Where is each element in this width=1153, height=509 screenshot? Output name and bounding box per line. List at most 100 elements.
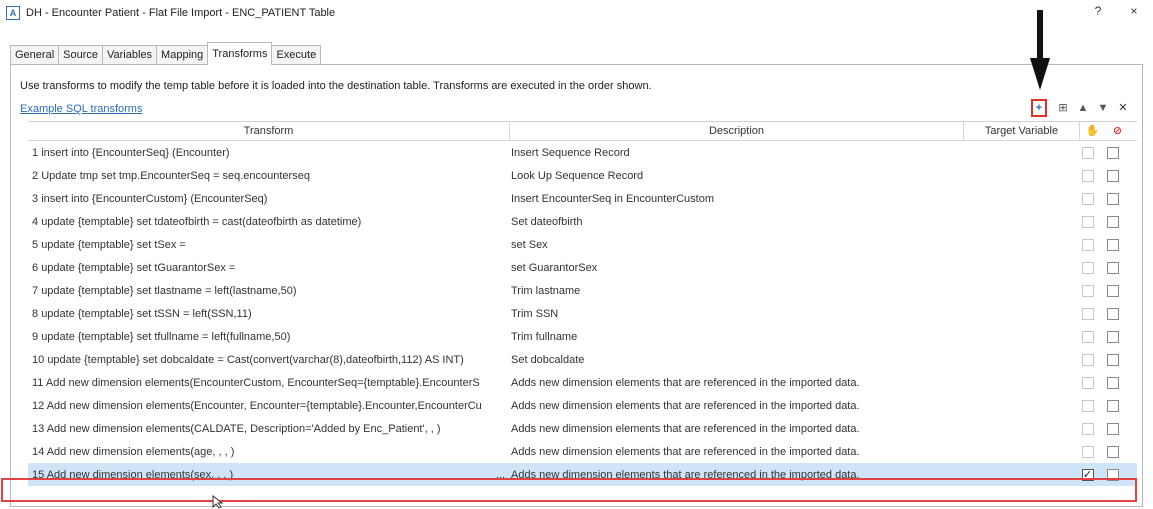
col-header-description[interactable]: Description [510, 122, 964, 140]
disabled-checkbox[interactable] [1106, 376, 1119, 389]
description-cell[interactable]: Set dateofbirth [509, 216, 962, 228]
disabled-checkbox[interactable] [1106, 422, 1119, 435]
description-cell[interactable]: Adds new dimension elements that are ref… [509, 446, 962, 458]
close-button[interactable]: × [1124, 4, 1144, 18]
disabled-checkbox[interactable] [1106, 261, 1119, 274]
table-row[interactable]: 4 update {temptable} set tdateofbirth = … [28, 210, 1137, 233]
table-row[interactable]: 11 Add new dimension elements(EncounterC… [28, 371, 1137, 394]
table-row[interactable]: 10 update {temptable} set dobcaldate = C… [28, 348, 1137, 371]
table-row[interactable]: 1 insert into {EncounterSeq} (Encounter)… [28, 141, 1137, 164]
transform-cell[interactable]: 8 update {temptable} set tSSN = left(SSN… [28, 308, 509, 320]
disabled-checkbox[interactable] [1106, 238, 1119, 251]
transform-cell[interactable]: 1 insert into {EncounterSeq} (Encounter) [28, 147, 509, 159]
tab-source[interactable]: Source [58, 45, 103, 65]
checkbox-cell [1102, 399, 1123, 412]
add-transform-icon[interactable]: + [1031, 99, 1047, 117]
description-cell[interactable]: Adds new dimension elements that are ref… [509, 400, 962, 412]
transform-cell[interactable]: 4 update {temptable} set tdateofbirth = … [28, 216, 509, 228]
checkbox-cell [1077, 169, 1098, 182]
tab-mapping[interactable]: Mapping [156, 45, 209, 65]
transform-cell[interactable]: 10 update {temptable} set dobcaldate = C… [28, 354, 509, 366]
transform-text: insert into {EncounterSeq} (Encounter) [41, 146, 230, 159]
transform-cell[interactable]: 6 update {temptable} set tGuarantorSex = [28, 262, 509, 274]
transform-cell[interactable]: 2 Update tmp set tmp.EncounterSeq = seq.… [28, 170, 509, 182]
table-row[interactable]: 6 update {temptable} set tGuarantorSex =… [28, 256, 1137, 279]
transform-cell[interactable]: 13 Add new dimension elements(CALDATE, D… [28, 423, 509, 435]
transform-cell[interactable]: 9 update {temptable} set tfullname = lef… [28, 331, 509, 343]
disabled-checkbox[interactable] [1106, 330, 1119, 343]
manual-checkbox[interactable] [1081, 215, 1094, 228]
description-cell[interactable]: Trim lastname [509, 285, 962, 297]
description-cell[interactable]: Trim SSN [509, 308, 962, 320]
tab-execute[interactable]: Execute [271, 45, 322, 65]
transform-cell[interactable]: 7 update {temptable} set tlastname = lef… [28, 285, 509, 297]
manual-checkbox[interactable] [1081, 422, 1094, 435]
transform-cell[interactable]: 12 Add new dimension elements(Encounter,… [28, 400, 509, 412]
manual-checkbox[interactable] [1081, 353, 1094, 366]
manual-checkbox[interactable] [1081, 192, 1094, 205]
table-row[interactable]: 8 update {temptable} set tSSN = left(SSN… [28, 302, 1137, 325]
checkbox-cell [1102, 307, 1123, 320]
checkbox-cell [1077, 307, 1098, 320]
description-cell[interactable]: set Sex [509, 239, 962, 251]
delete-icon[interactable]: ✕ [1113, 99, 1133, 117]
manual-checkbox[interactable] [1081, 238, 1094, 251]
tab-general[interactable]: General [10, 45, 60, 65]
manual-checkbox[interactable] [1081, 376, 1094, 389]
transform-cell[interactable]: 5 update {temptable} set tSex = [28, 239, 509, 251]
disabled-checkbox[interactable] [1106, 192, 1119, 205]
checkbox-cell [1102, 330, 1123, 343]
manual-checkbox[interactable] [1081, 307, 1094, 320]
row-number: 1 [32, 146, 39, 159]
disabled-checkbox[interactable] [1106, 445, 1119, 458]
manual-checkbox[interactable] [1081, 261, 1094, 274]
tab-variables[interactable]: Variables [102, 45, 158, 65]
disabled-checkbox[interactable] [1106, 215, 1119, 228]
table-row[interactable]: 14 Add new dimension elements(age, , , )… [28, 440, 1137, 463]
checkbox-cell [1102, 146, 1123, 159]
help-button[interactable]: ? [1088, 4, 1108, 18]
example-sql-link[interactable]: Example SQL transforms [20, 103, 142, 115]
table-row[interactable]: 2 Update tmp set tmp.EncounterSeq = seq.… [28, 164, 1137, 187]
description-cell[interactable]: Set dobcaldate [509, 354, 962, 366]
table-row[interactable]: 7 update {temptable} set tlastname = lef… [28, 279, 1137, 302]
description-cell[interactable]: set GuarantorSex [509, 262, 962, 274]
manual-checkbox[interactable] [1081, 399, 1094, 412]
transform-text: insert into {EncounterCustom} (Encounter… [41, 192, 268, 205]
manual-checkbox[interactable] [1081, 330, 1094, 343]
description-cell[interactable]: Insert EncounterSeq in EncounterCustom [509, 193, 962, 205]
disabled-checkbox[interactable] [1106, 146, 1119, 159]
manual-checkbox[interactable] [1081, 284, 1094, 297]
row-number: 10 [32, 353, 45, 366]
transform-cell[interactable]: 3 insert into {EncounterCustom} (Encount… [28, 193, 509, 205]
table-row[interactable]: 13 Add new dimension elements(CALDATE, D… [28, 417, 1137, 440]
manual-checkbox[interactable] [1081, 445, 1094, 458]
disabled-checkbox[interactable] [1106, 169, 1119, 182]
description-cell[interactable]: Look Up Sequence Record [509, 170, 962, 182]
disabled-checkbox[interactable] [1106, 399, 1119, 412]
disabled-checkbox[interactable] [1106, 284, 1119, 297]
col-header-target-variable[interactable]: Target Variable [964, 122, 1080, 140]
table-row[interactable]: 9 update {temptable} set tfullname = lef… [28, 325, 1137, 348]
disabled-checkbox[interactable] [1106, 353, 1119, 366]
move-down-icon[interactable]: ▼ [1093, 99, 1113, 117]
manual-checkbox[interactable] [1081, 169, 1094, 182]
app-icon: A [6, 6, 20, 20]
hand-icon: ✋ [1085, 125, 1100, 137]
transform-cell[interactable]: 14 Add new dimension elements(age, , , ) [28, 446, 509, 458]
col-header-transform[interactable]: Transform [28, 122, 510, 140]
table-row[interactable]: 5 update {temptable} set tSex = set Sex [28, 233, 1137, 256]
edit-grid-icon[interactable]: ⊞ [1053, 99, 1073, 117]
table-row[interactable]: 12 Add new dimension elements(Encounter,… [28, 394, 1137, 417]
description-cell[interactable]: Adds new dimension elements that are ref… [509, 423, 962, 435]
description-cell[interactable]: Adds new dimension elements that are ref… [509, 377, 962, 389]
manual-checkbox[interactable] [1081, 146, 1094, 159]
checkbox-cell [1102, 445, 1123, 458]
disabled-checkbox[interactable] [1106, 307, 1119, 320]
description-cell[interactable]: Trim fullname [509, 331, 962, 343]
move-up-icon[interactable]: ▲ [1073, 99, 1093, 117]
tab-transforms[interactable]: Transforms [207, 42, 273, 65]
transform-cell[interactable]: 11 Add new dimension elements(EncounterC… [28, 377, 509, 389]
description-cell[interactable]: Insert Sequence Record [509, 147, 962, 159]
table-row[interactable]: 3 insert into {EncounterCustom} (Encount… [28, 187, 1137, 210]
